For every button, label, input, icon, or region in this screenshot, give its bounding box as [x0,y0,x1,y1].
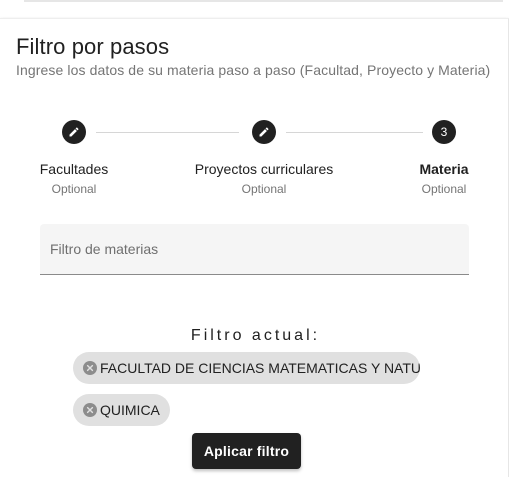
step-2-edit-icon[interactable] [252,120,276,144]
chip-materia: QUIMICA [73,394,170,426]
step-optional-materia: Optional [421,182,467,196]
materias-filter-field [40,224,469,275]
page-title: Filtro por pasos [16,34,170,59]
step-3-number[interactable]: 3 [432,120,456,144]
step-1-edit-icon[interactable] [62,120,86,144]
step-optional-facultades: Optional [51,182,97,196]
remove-icon[interactable] [83,403,97,417]
page-subtitle: Ingrese los datos de su materia paso a p… [16,62,491,78]
step-label-facultades[interactable]: Facultades [40,161,108,177]
step-label-proyectos[interactable]: Proyectos curriculares [195,161,334,177]
top-strip [0,0,509,18]
materias-filter-input[interactable] [40,224,469,274]
remove-icon[interactable] [83,361,97,375]
step-connector [286,132,423,133]
chip-facultad: FACULTAD DE CIENCIAS MATEMATICAS Y NATUR… [73,352,420,384]
chip-facultad-text: FACULTAD DE CIENCIAS MATEMATICAS Y NATUR… [100,360,420,376]
chip-materia-text: QUIMICA [100,402,160,418]
stepper: 3 Facultades Optional Proyectos curricul… [0,119,509,203]
apply-filter-button[interactable]: Aplicar filtro [192,433,301,469]
step-connector [96,132,239,133]
step-optional-proyectos: Optional [241,182,287,196]
current-filter-label: Filtro actual: [190,327,321,344]
step-label-materia[interactable]: Materia [419,161,468,177]
divider [24,0,503,2]
filter-card: Filtro por pasos Ingrese los datos de su… [0,18,509,477]
